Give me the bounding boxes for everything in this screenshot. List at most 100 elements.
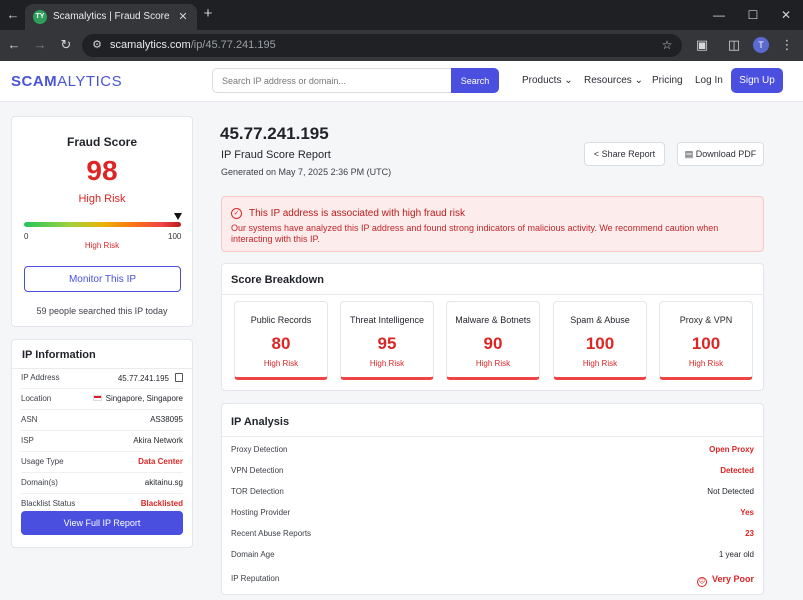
breakdown-score: 90 [483, 334, 503, 353]
menu-products[interactable]: Products ⌄ [522, 75, 573, 89]
breakdown-item: Threat Intelligence 95 High Risk [340, 301, 434, 380]
breakdown-risk: High Risk [688, 359, 724, 368]
tab-search-back-icon[interactable]: ← [4, 6, 22, 24]
reload-icon[interactable]: ↻ [58, 37, 74, 53]
sign-up-button[interactable]: Sign Up [731, 68, 783, 93]
breakdown-label: Threat Intelligence [349, 315, 425, 325]
site-settings-icon[interactable]: ⚙ [90, 38, 104, 52]
analysis-row-vpn: VPN Detection Detected [231, 462, 754, 483]
info-row-usage-type: Usage Type Data Center [21, 452, 183, 473]
info-key: IP Address [21, 373, 60, 382]
logo-part-b: ALYTICS [57, 73, 123, 90]
analysis-key: TOR Detection [231, 487, 284, 496]
breakdown-label: Proxy & VPN [679, 315, 733, 325]
menu-login[interactable]: Log In [695, 75, 723, 89]
page-subtitle: IP Fraud Score Report [221, 149, 331, 161]
new-tab-icon[interactable]: + [199, 5, 217, 23]
download-pdf-button[interactable]: ▤ Download PDF [677, 142, 764, 166]
minimize-icon[interactable]: — [710, 6, 728, 24]
singapore-flag-icon [92, 395, 102, 401]
monitor-ip-button[interactable]: Monitor This IP [24, 266, 181, 292]
side-panel-icon[interactable]: ◫ [726, 37, 742, 53]
menu-pricing[interactable]: Pricing [652, 75, 683, 89]
ip-analysis-title: IP Analysis [231, 416, 290, 428]
info-value: Data Center [138, 457, 183, 466]
page-title: 45.77.241.195 [220, 124, 329, 143]
copy-icon[interactable] [175, 373, 183, 382]
view-full-report-button[interactable]: View Full IP Report [21, 511, 183, 535]
analysis-row-tor: TOR Detection Not Detected [231, 483, 754, 504]
analysis-value: Not Detected [707, 487, 754, 496]
address-bar[interactable]: ⚙ scamalytics.com/ip/45.77.241.195 ☆ [82, 34, 682, 57]
share-label: Share Report [601, 149, 656, 159]
analysis-key: Domain Age [231, 550, 275, 559]
analysis-row-proxy: Proxy Detection Open Proxy [231, 441, 754, 462]
info-value: 45.77.241.195 [117, 374, 169, 383]
search-input[interactable] [212, 68, 452, 93]
back-icon[interactable]: ← [6, 37, 22, 53]
analysis-key: Recent Abuse Reports [231, 529, 312, 538]
browser-menu-icon[interactable]: ⋮ [779, 37, 795, 53]
ip-analysis-card: IP Analysis Proxy Detection Open Proxy V… [221, 403, 764, 595]
alert-title: This IP address is associated with high … [249, 208, 466, 219]
site-favicon-icon: TY [33, 10, 47, 24]
site-header: SCAMALYTICS Search Products ⌄ Resources … [0, 61, 803, 102]
search-button[interactable]: Search [451, 68, 499, 93]
browser-tab-bar: ← TY Scamalytics | Fraud Score Check ✕ +… [0, 0, 803, 30]
search-count-text: 59 people searched this IP today [36, 306, 168, 316]
sad-face-icon: ☹ [696, 577, 707, 587]
info-value: AS38095 [150, 415, 183, 424]
analysis-value: 23 [745, 529, 754, 538]
info-key: Usage Type [21, 457, 64, 466]
risk-gauge [24, 222, 181, 227]
breakdown-item: Spam & Abuse 100 High Risk [553, 301, 647, 380]
gauge-marker-icon [173, 213, 182, 220]
gauge-min: 0 [24, 232, 29, 241]
close-tab-icon[interactable]: ✕ [175, 9, 191, 25]
url-path: /ip/45.77.241.195 [190, 39, 276, 51]
alert-text: Our systems have analyzed this IP addres… [231, 223, 719, 244]
ip-information-card: IP Information IP Address 45.77.241.195 … [11, 339, 193, 548]
divider [222, 436, 763, 437]
gauge-caption: High Risk [84, 241, 120, 250]
breakdown-score: 100 [585, 334, 615, 353]
info-value: akitainu.sg [144, 478, 183, 487]
share-report-button[interactable]: < Share Report [584, 142, 665, 166]
profile-avatar[interactable]: T [753, 37, 769, 53]
analysis-row-hosting: Hosting Provider Yes [231, 504, 754, 525]
info-key: ISP [21, 436, 34, 445]
logo[interactable]: SCAMALYTICS [11, 73, 122, 90]
share-icon: < [593, 149, 602, 159]
close-window-icon[interactable]: ✕ [777, 6, 795, 24]
menu-resources[interactable]: Resources ⌄ [584, 75, 643, 89]
generated-timestamp: Generated on May 7, 2025 2:36 PM (UTC) [221, 167, 392, 177]
analysis-key: Hosting Provider [231, 508, 291, 517]
forward-icon[interactable]: → [32, 37, 48, 53]
fraud-score-card: Fraud Score 98 High Risk 0 100 High Risk… [11, 116, 193, 327]
breakdown-risk: High Risk [369, 359, 405, 368]
analysis-value: Very Poor [711, 574, 754, 584]
breakdown-item: Public Records 80 High Risk [234, 301, 328, 380]
info-key: Domain(s) [21, 478, 58, 487]
breakdown-score: 100 [691, 334, 721, 353]
info-row-ip-address: IP Address 45.77.241.195 [21, 368, 183, 389]
info-key: ASN [21, 415, 38, 424]
maximize-icon[interactable]: ☐ [744, 6, 762, 24]
info-value: Akira Network [133, 436, 183, 445]
document-icon: ▤ [684, 148, 696, 159]
score-breakdown-title: Score Breakdown [231, 274, 324, 286]
breakdown-risk: High Risk [582, 359, 618, 368]
fraud-risk-label: High Risk [78, 193, 126, 205]
bookmark-star-icon[interactable]: ☆ [660, 38, 674, 52]
cast-icon[interactable]: ▣ [694, 37, 710, 53]
browser-tab[interactable]: TY Scamalytics | Fraud Score Check ✕ [25, 4, 197, 30]
url-text[interactable]: scamalytics.com/ip/45.77.241.195 [110, 39, 510, 53]
breakdown-risk: High Risk [263, 359, 299, 368]
pdf-label: Download PDF [695, 148, 757, 159]
analysis-row-abuse-reports: Recent Abuse Reports 23 [231, 525, 754, 546]
info-key: Location [21, 394, 52, 403]
breakdown-risk: High Risk [475, 359, 511, 368]
check-circle-icon: ✓ [231, 208, 242, 219]
fraud-score-title: Fraud Score [66, 135, 138, 149]
analysis-value: Detected [720, 466, 754, 475]
